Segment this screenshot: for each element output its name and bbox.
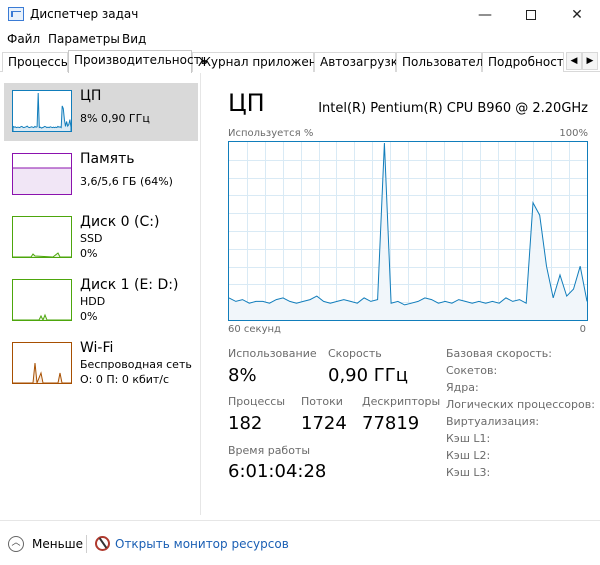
spec-l3-cache: Кэш L3:	[446, 466, 491, 479]
cpu-usage-graph	[228, 141, 588, 321]
maximize-icon	[526, 10, 536, 20]
graph-label-usage: Используется %	[228, 128, 314, 139]
fewer-details-button[interactable]: Меньше	[32, 537, 83, 551]
sidebar-item-detail: 8% 0,90 ГГц	[80, 112, 150, 125]
speed-label: Скорость	[328, 347, 382, 360]
menu-view[interactable]: Вид	[122, 32, 146, 46]
sidebar-item-cpu[interactable]: ЦП 8% 0,90 ГГц	[4, 83, 198, 141]
graph-label-max: 100%	[559, 128, 588, 139]
chevron-up-icon[interactable]: ︿	[8, 536, 24, 552]
sidebar-item-title: Диск 1 (E: D:)	[80, 277, 179, 293]
tab-users[interactable]: Пользователи	[396, 52, 491, 72]
sidebar-item-disk-1[interactable]: Диск 1 (E: D:) HDD 0%	[4, 272, 198, 330]
uptime-value: 6:01:04:28	[228, 461, 327, 482]
sidebar-item-title: Wi-Fi	[80, 340, 114, 356]
task-manager-icon	[8, 7, 24, 21]
sidebar-item-detail: О: 0 П: 0 кбит/с	[80, 373, 170, 386]
processes-label: Процессы	[228, 395, 286, 408]
sidebar-item-wifi[interactable]: Wi-Fi Беспроводная сеть О: 0 П: 0 кбит/с	[4, 335, 198, 393]
tab-processes[interactable]: Процессы	[2, 52, 70, 72]
sidebar-item-memory[interactable]: Память 3,6/5,6 ГБ (64%)	[4, 146, 198, 204]
minimize-button[interactable]: —	[462, 0, 508, 30]
spec-base-speed: Базовая скорость:	[446, 347, 552, 360]
graph-label-time: 60 секунд	[228, 324, 281, 335]
footer-bar: ︿ Меньше Открыть монитор ресурсов	[0, 520, 600, 565]
close-button[interactable]: ✕	[554, 0, 600, 30]
page-title: ЦП	[228, 89, 265, 117]
tab-details[interactable]: Подробности	[482, 52, 564, 72]
spec-sockets: Сокетов:	[446, 364, 498, 377]
disk-0-mini-graph	[12, 216, 72, 258]
footer-divider	[86, 535, 87, 553]
speed-value: 0,90 ГГц	[328, 365, 409, 386]
menu-bar: Файл Параметры Вид	[0, 30, 600, 50]
sidebar-item-title: ЦП	[80, 88, 102, 104]
disk-1-mini-graph	[12, 279, 72, 321]
spec-cores: Ядра:	[446, 381, 479, 394]
wifi-mini-graph	[12, 342, 72, 384]
tab-scroll-left-button[interactable]: ◀	[566, 52, 582, 70]
tab-scroll-right-button[interactable]: ▶	[582, 52, 598, 70]
sidebar-item-detail: 0%	[80, 247, 98, 260]
sidebar-item-title: Память	[80, 151, 135, 167]
tab-app-history[interactable]: Журнал приложений	[192, 52, 332, 72]
tab-performance[interactable]: Производительность	[68, 50, 208, 73]
spec-virtualization: Виртуализация:	[446, 415, 540, 428]
cpu-model-name: Intel(R) Pentium(R) CPU B960 @ 2.20GHz	[318, 101, 588, 116]
menu-file[interactable]: Файл	[7, 32, 40, 46]
tab-bar: Процессы Производительность Журнал прило…	[0, 50, 600, 73]
spec-l2-cache: Кэш L2:	[446, 449, 491, 462]
handles-label: Дескрипторы	[362, 395, 441, 408]
threads-value: 1724	[301, 413, 347, 434]
uptime-label: Время работы	[228, 444, 311, 457]
sidebar-item-detail: HDD	[80, 295, 106, 308]
cpu-mini-graph	[12, 90, 72, 132]
open-resource-monitor-link[interactable]: Открыть монитор ресурсов	[115, 537, 289, 551]
menu-options[interactable]: Параметры	[48, 32, 120, 46]
sidebar-item-detail: SSD	[80, 232, 103, 245]
graph-label-zero: 0	[579, 324, 586, 335]
sidebar-item-disk-0[interactable]: Диск 0 (C:) SSD 0%	[4, 209, 198, 267]
sidebar-item-detail: 0%	[80, 310, 98, 323]
sidebar-item-title: Диск 0 (C:)	[80, 214, 160, 230]
memory-mini-graph	[12, 153, 72, 195]
usage-value: 8%	[228, 365, 257, 386]
spec-logical-processors: Логических процессоров:	[446, 398, 595, 411]
threads-label: Потоки	[301, 395, 343, 408]
processes-value: 182	[228, 413, 263, 434]
window-title: Диспетчер задач	[30, 7, 139, 21]
title-bar: Диспетчер задач — ✕	[0, 0, 600, 30]
usage-label: Использование	[228, 347, 317, 360]
spec-l1-cache: Кэш L1:	[446, 432, 491, 445]
sidebar-item-detail: 3,6/5,6 ГБ (64%)	[80, 175, 173, 188]
maximize-button[interactable]	[508, 0, 554, 30]
resource-monitor-icon[interactable]	[95, 536, 110, 551]
resource-sidebar: ЦП 8% 0,90 ГГц Память 3,6/5,6 ГБ (64%) Д…	[0, 73, 201, 515]
handles-value: 77819	[362, 413, 420, 434]
sidebar-item-detail: Беспроводная сеть	[80, 358, 192, 371]
tab-startup[interactable]: Автозагрузка	[314, 52, 405, 72]
